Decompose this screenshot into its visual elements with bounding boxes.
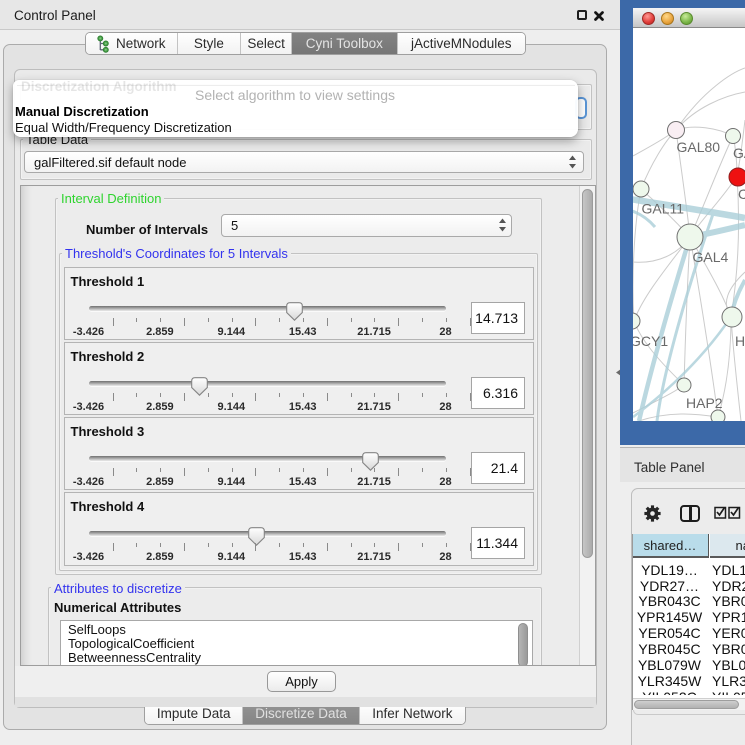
svg-text:GAL4: GAL4 — [693, 249, 729, 265]
svg-text:HAP2: HAP2 — [686, 395, 723, 411]
svg-text:GAL11: GAL11 — [642, 201, 685, 217]
svg-text:GA: GA — [733, 145, 745, 161]
svg-text:GCY1: GCY1 — [633, 333, 668, 349]
svg-text:GAL80: GAL80 — [677, 139, 721, 155]
svg-text:HA: HA — [735, 333, 745, 349]
svg-text:C: C — [738, 186, 745, 202]
